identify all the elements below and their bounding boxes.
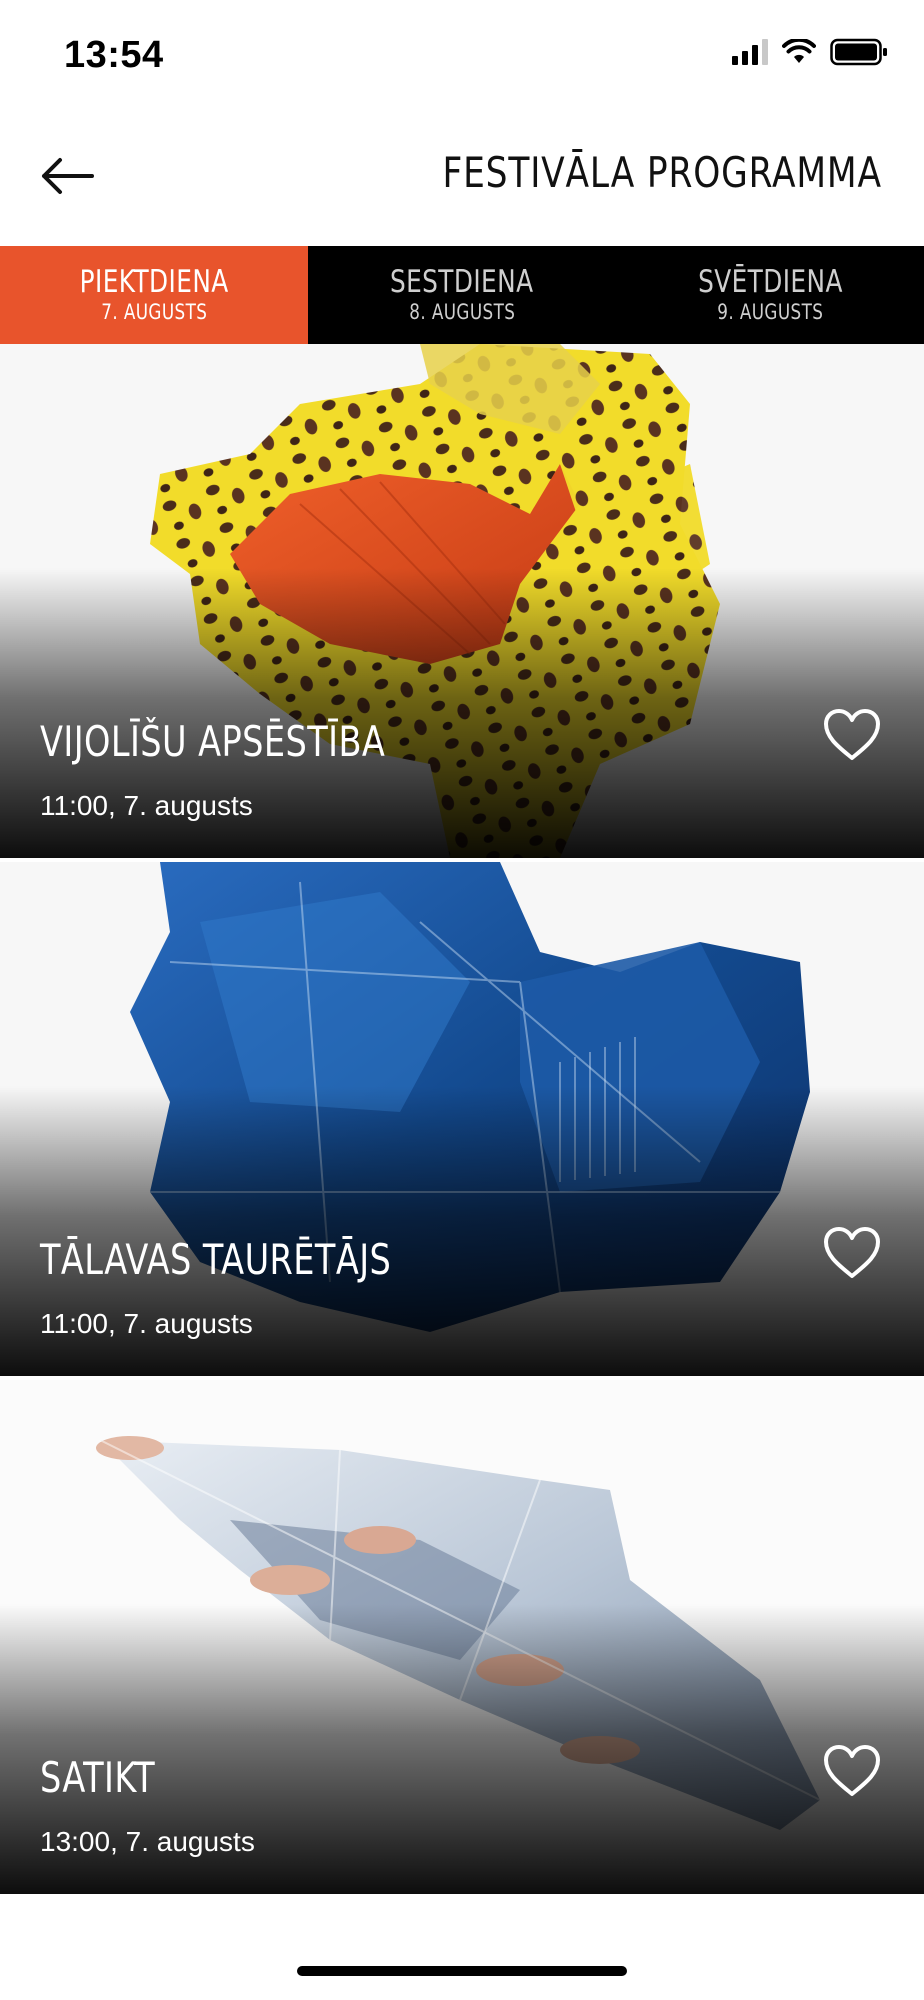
favorite-button[interactable]: [820, 1742, 884, 1800]
tab-piektdiena[interactable]: PIEKTDIENA 7. AUGUSTS: [0, 246, 308, 344]
event-title: SATIKT: [40, 1753, 156, 1802]
status-icons: [732, 38, 888, 66]
tab-day-label: SVĒTDIENA: [697, 264, 843, 300]
page-title: FESTIVĀLA PROGRAMMA: [442, 148, 882, 197]
favorite-button[interactable]: [820, 1224, 884, 1282]
event-time: 11:00, 7. augusts: [40, 790, 253, 821]
tab-day-label: SESTDIENA: [390, 264, 534, 300]
event-card[interactable]: VIJOLĪŠU APSĒSTĪBA 11:00, 7. augusts: [0, 344, 924, 858]
status-time: 13:54: [64, 34, 164, 76]
tab-day-label: PIEKTDIENA: [79, 264, 229, 300]
back-button[interactable]: [36, 150, 100, 202]
event-time: 11:00, 7. augusts: [40, 1308, 253, 1339]
heart-outline-icon: [824, 1745, 880, 1796]
heart-outline-icon: [824, 709, 880, 760]
wifi-icon: [782, 39, 816, 63]
tab-date-label: 9. AUGUSTS: [716, 300, 824, 324]
event-title: VIJOLĪŠU APSĒSTĪBA: [40, 717, 386, 766]
heart-outline-icon: [824, 1227, 880, 1278]
event-list: VIJOLĪŠU APSĒSTĪBA 11:00, 7. augusts TĀL…: [0, 344, 924, 1898]
status-bar: 13:54: [0, 0, 924, 110]
tab-date-label: 8. AUGUSTS: [408, 300, 516, 324]
event-card[interactable]: TĀLAVAS TAURĒTĀJS 11:00, 7. augusts: [0, 862, 924, 1376]
header: FESTIVĀLA PROGRAMMA: [0, 110, 924, 246]
event-title: TĀLAVAS TAURĒTĀJS: [40, 1235, 392, 1284]
cellular-signal-icon: [732, 39, 768, 65]
event-time: 13:00, 7. augusts: [40, 1826, 255, 1857]
tab-sestdiena[interactable]: SESTDIENA 8. AUGUSTS: [308, 246, 616, 344]
arrow-left-icon: [42, 158, 94, 194]
day-tabs: PIEKTDIENA 7. AUGUSTS SESTDIENA 8. AUGUS…: [0, 246, 924, 344]
tab-svetdiena[interactable]: SVĒTDIENA 9. AUGUSTS: [616, 246, 924, 344]
battery-icon: [830, 38, 887, 66]
tab-date-label: 7. AUGUSTS: [100, 300, 208, 324]
home-indicator[interactable]: [297, 1966, 627, 1976]
favorite-button[interactable]: [820, 706, 884, 764]
event-card[interactable]: SATIKT 13:00, 7. augusts: [0, 1380, 924, 1894]
